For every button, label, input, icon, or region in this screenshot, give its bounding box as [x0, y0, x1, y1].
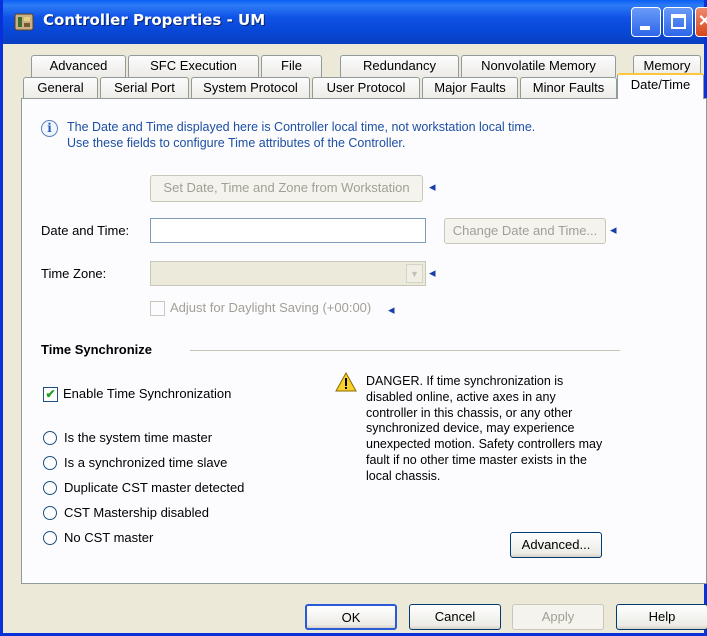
info-line-1: The Date and Time displayed here is Cont…	[67, 120, 536, 134]
controller-properties-window: Controller Properties - UM ✕ Advanced SF…	[0, 0, 707, 636]
minimize-button[interactable]	[631, 7, 661, 37]
radio-duplicate-cst-master	[43, 481, 57, 495]
enable-time-sync-checkbox[interactable]: ✔	[43, 387, 58, 402]
info-icon: i	[41, 120, 58, 137]
tab-serial-port[interactable]: Serial Port	[100, 77, 189, 99]
minimize-icon	[640, 26, 650, 30]
time-zone-label: Time Zone:	[41, 266, 107, 281]
maximize-icon	[671, 14, 686, 29]
close-button[interactable]: ✕	[695, 7, 707, 37]
info-line-2: Use these fields to configure Time attri…	[67, 136, 406, 150]
daylight-saving-checkbox[interactable]	[150, 301, 165, 316]
radio-system-time-master	[43, 431, 57, 445]
tab-sfc-execution[interactable]: SFC Execution	[128, 55, 259, 77]
apply-button[interactable]: Apply	[512, 604, 604, 630]
date-time-label: Date and Time:	[41, 223, 130, 238]
enable-time-sync-label: Enable Time Synchronization	[63, 386, 232, 401]
tab-major-faults[interactable]: Major Faults	[422, 77, 518, 99]
close-icon: ✕	[698, 13, 707, 30]
warning-line: DANGER. If time synchronization is	[366, 374, 564, 388]
status-cst-mastership-disabled: CST Mastership disabled	[64, 505, 209, 520]
status-no-cst-master: No CST master	[64, 530, 154, 545]
cancel-button[interactable]: Cancel	[409, 604, 501, 630]
tab-redundancy[interactable]: Redundancy	[340, 55, 459, 77]
help-button[interactable]: Help	[616, 604, 707, 630]
tab-minor-faults[interactable]: Minor Faults	[520, 77, 617, 99]
daylight-saving-label: Adjust for Daylight Saving (+00:00)	[170, 300, 372, 315]
tab-file[interactable]: File	[261, 55, 322, 77]
chevron-down-icon[interactable]: ▼	[406, 264, 423, 283]
advanced-button[interactable]: Advanced...	[510, 532, 602, 558]
tab-system-protocol[interactable]: System Protocol	[191, 77, 310, 99]
warning-line: fault if no other time master exists in …	[366, 452, 587, 467]
time-zone-arrow-icon: ◂	[429, 265, 436, 280]
status-synchronized-time-slave: Is a synchronized time slave	[64, 455, 228, 470]
time-synchronize-heading: Time Synchronize	[41, 342, 153, 357]
tab-user-protocol[interactable]: User Protocol	[312, 77, 420, 99]
status-duplicate-cst-master: Duplicate CST master detected	[64, 480, 245, 495]
window-title: Controller Properties - UM	[43, 11, 266, 29]
warning-icon	[335, 372, 357, 392]
tab-advanced[interactable]: Advanced	[31, 55, 126, 77]
danger-warning-text: DANGER. If time synchronization is disab…	[366, 374, 636, 485]
tab-nonvolatile-memory[interactable]: Nonvolatile Memory	[461, 55, 616, 77]
ok-button[interactable]: OK	[305, 604, 397, 630]
warning-line: synchronized device, may experience	[366, 421, 575, 436]
status-system-time-master: Is the system time master	[64, 430, 213, 445]
title-bar[interactable]: Controller Properties - UM ✕	[3, 0, 707, 44]
warning-line: controller in this chassis, or any other	[366, 405, 573, 420]
tab-date-time[interactable]: Date/Time	[617, 73, 704, 99]
set-from-workstation-button[interactable]: Set Date, Time and Zone from Workstation	[150, 175, 423, 202]
change-date-time-arrow-icon: ◂	[610, 222, 617, 237]
daylight-saving-arrow-icon: ◂	[388, 302, 395, 317]
radio-no-cst-master	[43, 531, 57, 545]
radio-cst-mastership-disabled	[43, 506, 57, 520]
maximize-button[interactable]	[663, 7, 693, 37]
controller-app-icon	[14, 13, 34, 31]
change-date-time-button[interactable]: Change Date and Time...	[444, 218, 606, 244]
info-message: The Date and Time displayed here is Cont…	[67, 119, 597, 151]
date-time-input[interactable]	[150, 218, 426, 243]
warning-line: unexpected motion. Safety controllers ma…	[366, 437, 603, 452]
time-zone-select[interactable]: ▼	[150, 261, 426, 286]
radio-synchronized-time-slave	[43, 456, 57, 470]
tab-general[interactable]: General	[23, 77, 98, 99]
warning-line: local chassis.	[366, 468, 441, 483]
section-divider	[190, 350, 620, 351]
set-from-workstation-arrow-icon: ◂	[429, 179, 436, 194]
warning-line: disabled online, active axes in any	[366, 389, 556, 404]
